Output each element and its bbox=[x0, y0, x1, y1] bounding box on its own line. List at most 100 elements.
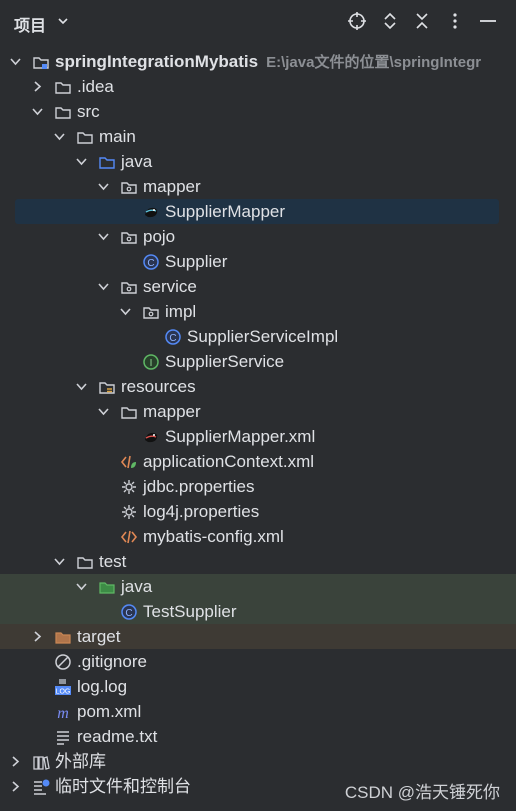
tree-item-label: service bbox=[143, 277, 197, 296]
gitignore-icon bbox=[55, 654, 71, 670]
chevron-down-icon[interactable] bbox=[31, 105, 44, 118]
chevron-down-icon[interactable] bbox=[97, 405, 110, 418]
tree-item[interactable]: log4j.properties bbox=[0, 499, 516, 524]
tree-item-label: test bbox=[99, 552, 127, 571]
tree-item-label: java bbox=[121, 577, 153, 596]
package-icon bbox=[121, 232, 137, 244]
tree-item[interactable]: SupplierMapper bbox=[15, 199, 499, 224]
interface-icon: I bbox=[143, 354, 159, 370]
tree-item[interactable]: mapper bbox=[0, 399, 516, 424]
mybatis-xml-icon bbox=[145, 432, 158, 443]
tree-item-label: TestSupplier bbox=[143, 602, 237, 621]
chevron-down-icon[interactable] bbox=[97, 230, 110, 243]
chevron-down-icon[interactable] bbox=[119, 305, 132, 318]
tree-item[interactable]: 外部库 bbox=[0, 749, 516, 774]
svg-text:C: C bbox=[125, 608, 132, 619]
tree-item[interactable]: java bbox=[0, 149, 516, 174]
library-icon bbox=[33, 756, 50, 770]
watermark: CSDN @浩天锤死你 bbox=[344, 783, 500, 802]
tree-item-label: resources bbox=[121, 377, 196, 396]
xml-icon bbox=[120, 530, 138, 544]
chevron-down-icon[interactable] bbox=[75, 155, 88, 168]
tree-item-label: .idea bbox=[77, 77, 114, 96]
expand-collapse-icon[interactable] bbox=[380, 11, 400, 31]
tree-item[interactable]: .idea bbox=[0, 74, 516, 99]
folder-icon bbox=[77, 557, 93, 569]
scratches-icon bbox=[34, 779, 50, 795]
class-icon: C bbox=[143, 254, 159, 270]
test-source-folder-icon bbox=[99, 582, 115, 594]
tree-item[interactable]: .gitignore bbox=[0, 649, 516, 674]
tree-item[interactable]: m pom.xml bbox=[0, 699, 516, 724]
svg-text:m: m bbox=[57, 705, 69, 721]
log-file-icon: LOG bbox=[55, 679, 71, 696]
tree-item-label: Supplier bbox=[165, 252, 228, 271]
project-panel-header: 项目 bbox=[0, 0, 516, 44]
collapse-all-icon[interactable] bbox=[412, 11, 432, 31]
minimize-icon[interactable] bbox=[478, 11, 498, 31]
chevron-right-icon[interactable] bbox=[31, 80, 44, 93]
tree-item[interactable]: target bbox=[0, 624, 516, 649]
svg-text:C: C bbox=[169, 333, 176, 344]
chevron-right-icon[interactable] bbox=[9, 780, 22, 793]
tree-item[interactable]: mybatis-config.xml bbox=[0, 524, 516, 549]
tree-item-label: 外部库 bbox=[55, 752, 106, 771]
tree-item-label: applicationContext.xml bbox=[143, 452, 315, 471]
tree-item-label: mapper bbox=[143, 177, 201, 196]
tree-item[interactable]: I SupplierService bbox=[0, 349, 516, 374]
tree-item-label: pojo bbox=[143, 227, 176, 246]
tree-item-label: impl bbox=[165, 302, 197, 321]
chevron-down-icon[interactable] bbox=[97, 180, 110, 193]
tree-item-label: src bbox=[77, 102, 100, 121]
tree-item[interactable]: test bbox=[0, 549, 516, 574]
tree-item[interactable]: src bbox=[0, 99, 516, 124]
class-icon: C bbox=[121, 604, 137, 620]
tree-item[interactable]: jdbc.properties bbox=[0, 474, 516, 499]
tree-item-label: log4j.properties bbox=[143, 502, 260, 521]
tree-item[interactable]: readme.txt bbox=[0, 724, 516, 749]
tree-item-label: mybatis-config.xml bbox=[143, 527, 284, 546]
folder-icon bbox=[55, 82, 71, 94]
package-icon bbox=[121, 182, 137, 194]
tree-item[interactable]: mapper bbox=[0, 174, 516, 199]
tree-item-label: SupplierService bbox=[165, 352, 285, 371]
crosshair-icon[interactable] bbox=[347, 11, 367, 31]
maven-icon: m bbox=[57, 705, 69, 721]
tree-item-label: readme.txt bbox=[77, 727, 158, 746]
chevron-down-icon[interactable] bbox=[53, 130, 66, 143]
text-file-icon bbox=[57, 731, 69, 745]
panel-title[interactable]: 项目 bbox=[14, 12, 46, 36]
tree-item[interactable]: springIntegrationMybatis E:\java文件的位置\spr… bbox=[0, 49, 516, 74]
tree-item-label: main bbox=[99, 127, 136, 146]
tree-item[interactable]: C TestSupplier bbox=[0, 599, 516, 624]
chevron-right-icon[interactable] bbox=[9, 755, 22, 768]
tree-item[interactable]: C SupplierServiceImpl bbox=[0, 324, 516, 349]
spring-xml-icon bbox=[120, 455, 136, 469]
tree-item[interactable]: LOG log.log bbox=[0, 674, 516, 699]
tree-item[interactable]: C Supplier bbox=[0, 249, 516, 274]
chevron-down-icon[interactable] bbox=[75, 380, 88, 393]
chevron-down-icon[interactable] bbox=[53, 555, 66, 568]
folder-icon bbox=[121, 407, 137, 419]
package-icon bbox=[143, 307, 159, 319]
chevron-down-icon[interactable] bbox=[97, 280, 110, 293]
tree-item-label: jdbc.properties bbox=[143, 477, 255, 496]
tree-item[interactable]: main bbox=[0, 124, 516, 149]
tree-item-label: mapper bbox=[143, 402, 201, 421]
tree-item[interactable]: SupplierMapper.xml bbox=[0, 424, 516, 449]
chevron-down-icon[interactable] bbox=[56, 14, 70, 28]
tree-item[interactable]: applicationContext.xml bbox=[0, 449, 516, 474]
module-folder-icon bbox=[33, 57, 49, 69]
chevron-right-icon[interactable] bbox=[31, 630, 44, 643]
more-icon[interactable] bbox=[445, 11, 465, 31]
tree-item-label: SupplierServiceImpl bbox=[187, 327, 339, 346]
tree-item[interactable]: java bbox=[0, 574, 516, 599]
chevron-down-icon[interactable] bbox=[75, 580, 88, 593]
tree-item[interactable]: impl bbox=[0, 299, 516, 324]
tree-item-label: java bbox=[121, 152, 153, 171]
chevron-down-icon[interactable] bbox=[9, 55, 22, 68]
tree-item[interactable]: resources bbox=[0, 374, 516, 399]
tree-item[interactable]: pojo bbox=[0, 224, 516, 249]
tree-item[interactable]: service bbox=[0, 274, 516, 299]
tree-item-label: springIntegrationMybatis E:\java文件的位置\spr… bbox=[55, 52, 482, 71]
